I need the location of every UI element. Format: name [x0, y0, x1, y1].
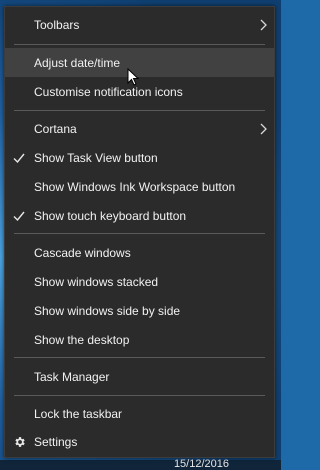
menu-item-label: Show windows stacked: [34, 274, 159, 289]
menu-separator: [14, 395, 265, 396]
taskbar[interactable]: 15/12/2016: [0, 459, 281, 470]
menu-item-cascade-windows[interactable]: Cascade windows: [5, 238, 274, 267]
mouse-pointer-icon: [127, 68, 139, 86]
menu-item-label: Show the desktop: [34, 332, 130, 347]
menu-item-show-windows-side-by-side[interactable]: Show windows side by side: [5, 296, 274, 325]
menu-item-show-ink-workspace[interactable]: Show Windows Ink Workspace button: [5, 172, 274, 201]
menu-item-label: Settings: [34, 434, 78, 449]
menu-item-label: Show touch keyboard button: [34, 208, 187, 223]
menu-item-label: Adjust date/time: [34, 55, 121, 70]
menu-item-toolbars[interactable]: Toolbars: [5, 10, 274, 39]
checkmark-icon: [13, 153, 25, 163]
gear-icon: [15, 436, 25, 447]
menu-item-lock-taskbar[interactable]: Lock the taskbar: [5, 399, 274, 428]
menu-item-label: Lock the taskbar: [34, 406, 123, 421]
menu-item-cortana[interactable]: Cortana: [5, 114, 274, 143]
taskbar-context-menu: Toolbars Adjust date/time Customise noti…: [4, 6, 275, 458]
menu-item-customise-notification-icons[interactable]: Customise notification icons: [5, 77, 274, 106]
menu-item-show-task-view[interactable]: Show Task View button: [5, 143, 274, 172]
menu-item-label: Cascade windows: [34, 245, 131, 260]
menu-item-show-windows-stacked[interactable]: Show windows stacked: [5, 267, 274, 296]
taskbar-date[interactable]: 15/12/2016: [174, 459, 229, 470]
menu-item-show-touch-keyboard[interactable]: Show touch keyboard button: [5, 201, 274, 230]
menu-item-show-desktop[interactable]: Show the desktop: [5, 325, 274, 354]
menu-item-label: Task Manager: [34, 369, 110, 384]
menu-item-label: Customise notification icons: [34, 84, 183, 99]
menu-separator: [14, 357, 265, 358]
menu-item-label: Toolbars: [34, 17, 80, 32]
menu-item-label: Show Windows Ink Workspace button: [34, 179, 236, 194]
menu-item-adjust-datetime[interactable]: Adjust date/time: [5, 48, 274, 77]
menu-item-settings[interactable]: Settings: [5, 427, 274, 456]
menu-separator: [14, 44, 265, 45]
chevron-right-icon: [260, 123, 267, 134]
menu-item-label: Cortana: [34, 121, 77, 136]
menu-item-label: Show Task View button: [34, 150, 158, 165]
menu-item-label: Show windows side by side: [34, 303, 181, 318]
chevron-right-icon: [260, 19, 267, 30]
menu-separator: [14, 110, 265, 111]
menu-item-task-manager[interactable]: Task Manager: [5, 362, 274, 391]
menu-separator: [14, 233, 265, 234]
checkmark-icon: [13, 211, 25, 221]
